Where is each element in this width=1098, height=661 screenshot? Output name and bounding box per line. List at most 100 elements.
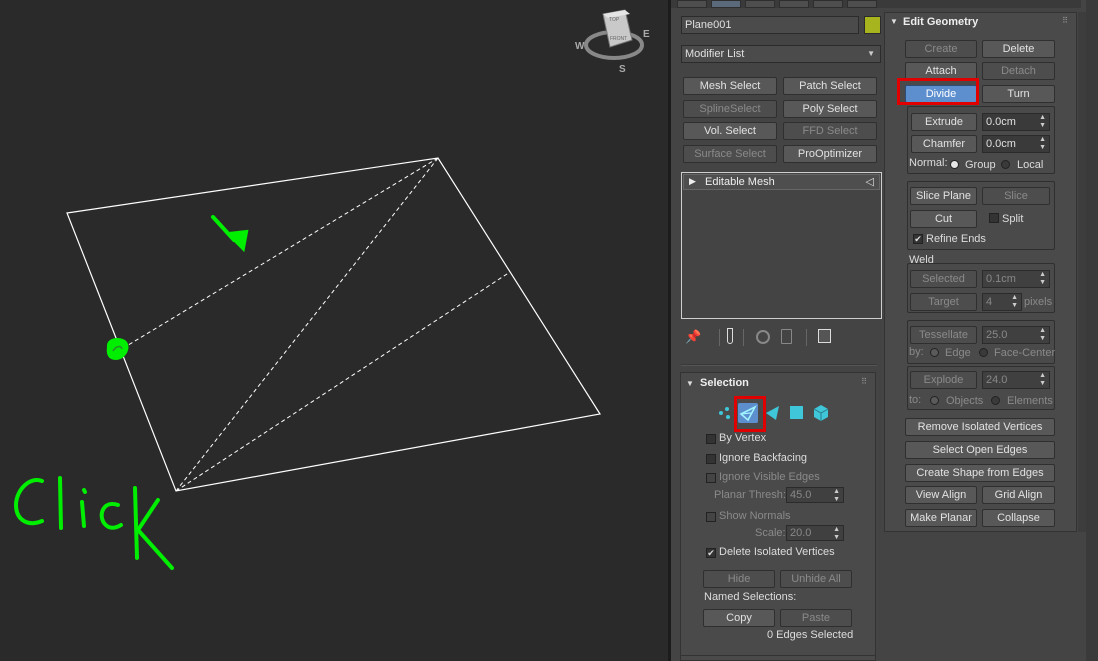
tab-utilities[interactable] <box>847 0 877 8</box>
spinner-arrows-icon[interactable]: ▲ ▼ <box>833 526 840 542</box>
refine-ends-checkbox[interactable]: ✔ <box>913 234 923 244</box>
element-subobject-icon[interactable] <box>811 403 831 423</box>
detach-button[interactable]: Detach <box>982 62 1055 80</box>
spinner-arrows-icon[interactable]: ▲ ▼ <box>833 488 840 504</box>
patch-select-button[interactable]: Patch Select <box>783 77 877 95</box>
tessellate-tension-spinner[interactable]: 25.0 ▲ ▼ <box>982 326 1050 344</box>
scale-spinner[interactable]: 20.0 ▲ ▼ <box>786 525 844 541</box>
vertex-subobject-icon[interactable] <box>716 403 736 423</box>
mesh-select-button[interactable]: Mesh Select <box>683 77 777 95</box>
slice-button[interactable]: Slice <box>982 187 1050 205</box>
normal-local-radio[interactable] <box>1001 160 1010 169</box>
rollout-grip-icon[interactable]: ⠿ <box>1062 16 1068 25</box>
modifier-list-dropdown[interactable]: Modifier List ▼ <box>681 45 881 63</box>
make-planar-button[interactable]: Make Planar <box>905 509 977 527</box>
poly-select-button[interactable]: Poly Select <box>783 100 877 118</box>
explode-elements-radio[interactable] <box>991 396 1000 405</box>
rollout-collapse-icon[interactable]: ▼ <box>890 17 898 26</box>
by-vertex-checkbox[interactable] <box>706 434 716 444</box>
split-checkbox[interactable] <box>989 213 999 223</box>
show-end-result-icon[interactable] <box>727 328 733 344</box>
delete-isolated-checkbox[interactable]: ✔ <box>706 548 716 558</box>
spinner-arrows-icon[interactable]: ▲ ▼ <box>1039 327 1046 343</box>
tab-display[interactable] <box>813 0 843 8</box>
tessellate-edge-radio[interactable] <box>930 348 939 357</box>
stack-item-editable-mesh[interactable]: ▶ Editable Mesh ◁ <box>683 174 880 190</box>
pro-optimizer-button[interactable]: ProOptimizer <box>783 145 877 163</box>
visibility-triangle-icon[interactable]: ◁ <box>866 175 874 188</box>
spinner-arrows-icon[interactable]: ▲ ▼ <box>1039 271 1046 287</box>
show-normals-checkbox[interactable] <box>706 512 716 522</box>
polygon-subobject-icon[interactable] <box>787 403 807 423</box>
normal-group-radio[interactable] <box>950 160 959 169</box>
weld-selected-button[interactable]: Selected <box>910 270 977 288</box>
weld-target-spinner[interactable]: 4 ▲ ▼ <box>982 293 1022 311</box>
selection-status-text: 0 Edges Selected <box>767 629 854 641</box>
spinner-arrows-icon[interactable]: ▲ ▼ <box>1039 114 1046 130</box>
weld-target-button[interactable]: Target <box>910 293 977 311</box>
highlight-box-edge-icon <box>734 396 766 432</box>
scale-label: Scale: <box>755 527 786 539</box>
ffd-select-button[interactable]: FFD Select <box>783 122 877 140</box>
ignore-backfacing-checkbox[interactable] <box>706 454 716 464</box>
view-align-button[interactable]: View Align <box>905 486 977 504</box>
turn-button[interactable]: Turn <box>982 85 1055 103</box>
configure-modifier-sets-icon[interactable] <box>818 329 831 343</box>
tab-modify[interactable] <box>711 0 741 8</box>
chamfer-spinner[interactable]: 0.0cm ▲ ▼ <box>982 135 1050 153</box>
tessellate-button[interactable]: Tessellate <box>910 326 977 344</box>
object-color-swatch[interactable] <box>864 16 881 34</box>
remove-isolated-vertices-button[interactable]: Remove Isolated Vertices <box>905 418 1055 436</box>
create-button[interactable]: Create <box>905 40 977 58</box>
viewcube-west-label: W <box>575 41 585 52</box>
select-open-edges-button[interactable]: Select Open Edges <box>905 441 1055 459</box>
viewport-perspective[interactable]: TOP FRONT W E S <box>0 0 668 661</box>
cut-button[interactable]: Cut <box>910 210 977 228</box>
viewport-canvas[interactable]: TOP FRONT W E S <box>0 0 668 661</box>
create-shape-from-edges-button[interactable]: Create Shape from Edges <box>905 464 1055 482</box>
planar-thresh-label: Planar Thresh: <box>714 489 786 501</box>
surface-select-button[interactable]: Surface Select <box>683 145 777 163</box>
spinner-arrows-icon[interactable]: ▲ ▼ <box>1039 372 1046 388</box>
spline-select-button[interactable]: SplineSelect <box>683 100 777 118</box>
explode-button[interactable]: Explode <box>910 371 977 389</box>
selection-rollout-title[interactable]: Selection <box>700 377 749 389</box>
explode-objects-radio[interactable] <box>930 396 939 405</box>
copy-button[interactable]: Copy <box>703 609 775 627</box>
planar-thresh-spinner[interactable]: 45.0 ▲ ▼ <box>786 487 844 503</box>
slice-plane-button[interactable]: Slice Plane <box>910 187 977 205</box>
rollout-grip-icon[interactable]: ⠿ <box>861 377 867 386</box>
rollout-scrollbar[interactable] <box>1078 12 1086 532</box>
ignore-visible-edges-checkbox[interactable] <box>706 473 716 483</box>
weld-threshold-spinner[interactable]: 0.1cm ▲ ▼ <box>982 270 1050 288</box>
chamfer-button[interactable]: Chamfer <box>911 135 977 153</box>
make-unique-icon[interactable] <box>756 330 770 344</box>
grid-align-button[interactable]: Grid Align <box>982 486 1055 504</box>
tessellate-face-center-radio[interactable] <box>979 348 988 357</box>
pin-stack-icon[interactable]: 📌 <box>685 329 701 345</box>
edit-geometry-rollout-title[interactable]: Edit Geometry <box>903 16 978 28</box>
tab-create[interactable] <box>677 0 707 8</box>
face-subobject-icon[interactable] <box>763 403 783 423</box>
trash-icon[interactable] <box>781 329 792 344</box>
extrude-spinner[interactable]: 0.0cm ▲ ▼ <box>982 113 1050 131</box>
tab-motion[interactable] <box>779 0 809 8</box>
extrude-button[interactable]: Extrude <box>911 113 977 131</box>
vol-select-button[interactable]: Vol. Select <box>683 122 777 140</box>
explode-angle-spinner[interactable]: 24.0 ▲ ▼ <box>982 371 1050 389</box>
object-name-field[interactable]: Plane001 <box>681 16 859 34</box>
rollout-collapse-icon[interactable]: ▼ <box>686 379 694 388</box>
expand-triangle-icon[interactable]: ▶ <box>689 176 696 187</box>
tab-hierarchy[interactable] <box>745 0 775 8</box>
hide-button[interactable]: Hide <box>703 570 775 588</box>
modifier-stack[interactable]: ▶ Editable Mesh ◁ <box>681 172 882 319</box>
plane-wireframe[interactable] <box>66 157 601 492</box>
collapse-button[interactable]: Collapse <box>982 509 1055 527</box>
viewcube[interactable]: TOP FRONT W E S <box>575 9 650 75</box>
spinner-arrows-icon[interactable]: ▲ ▼ <box>1011 294 1018 310</box>
spinner-arrows-icon[interactable]: ▲ ▼ <box>1039 136 1046 152</box>
paste-button[interactable]: Paste <box>780 609 852 627</box>
toolbar-divider <box>719 329 720 346</box>
delete-button[interactable]: Delete <box>982 40 1055 58</box>
unhide-all-button[interactable]: Unhide All <box>780 570 852 588</box>
